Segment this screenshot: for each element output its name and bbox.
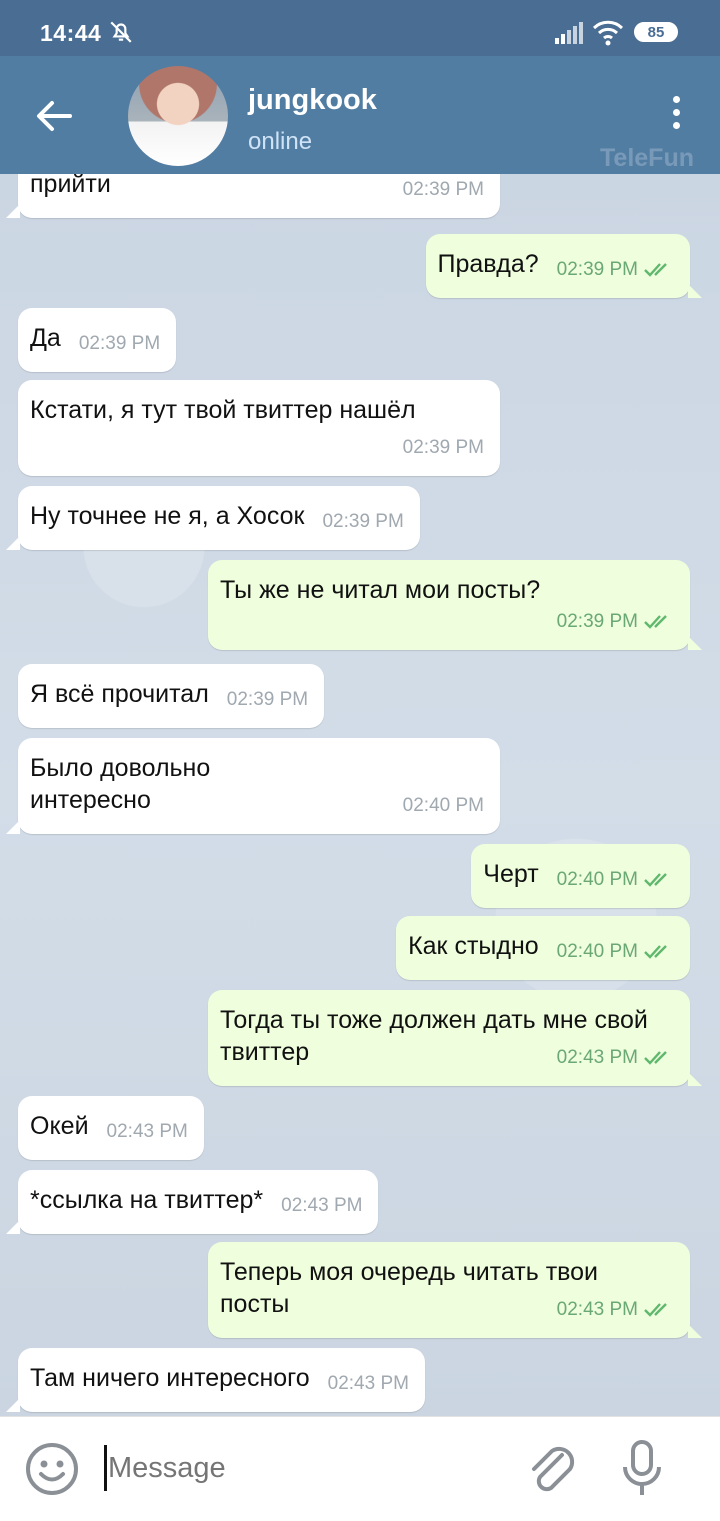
message-incoming[interactable]: *ссылка на твиттер* 02:43 PM <box>6 1170 379 1234</box>
message-text: Как стыдно <box>408 932 539 960</box>
message-composer <box>0 1416 720 1521</box>
message-time: 02:43 PM <box>281 1195 363 1216</box>
message-outgoing[interactable]: Черт 02:40 PM <box>471 844 690 908</box>
message-incoming[interactable]: Я всё прочитал 02:39 PM <box>18 664 325 728</box>
message-outgoing[interactable]: Как стыдно 02:40 PM <box>396 916 690 980</box>
read-check-icon <box>644 945 667 959</box>
message-incoming[interactable]: Окей 02:43 PM <box>18 1096 204 1160</box>
chat-header: jungkook online TeleFun <box>0 56 720 174</box>
message-time: 02:39 PM <box>226 689 309 710</box>
message-text: Черт <box>483 860 539 888</box>
bell-muted-icon <box>108 18 134 49</box>
message-time: 02:40 PM <box>402 795 484 816</box>
contact-status: online <box>248 128 313 155</box>
message-text: Теперь моя очередь читать твои посты <box>220 1258 599 1318</box>
paperclip-icon[interactable] <box>526 1441 578 1502</box>
message-text: Ну точнее не я, а Хосок <box>30 502 305 530</box>
message-time: 02:43 PM <box>106 1121 188 1142</box>
watermark: TeleFun <box>600 144 694 172</box>
message-time: 02:39 PM <box>402 179 484 200</box>
message-time: 02:40 PM <box>557 864 674 896</box>
message-time: 02:43 PM <box>557 1294 674 1326</box>
message-outgoing[interactable]: Ты же не читал мои посты? 02:39 PM <box>208 560 702 650</box>
message-incoming[interactable]: прийти 02:39 PM <box>6 174 500 218</box>
emoji-icon[interactable] <box>24 1441 80 1502</box>
back-arrow-icon[interactable] <box>36 100 72 137</box>
wifi-icon <box>592 20 624 51</box>
read-check-icon <box>644 615 667 629</box>
message-text: Да <box>30 324 61 352</box>
message-time: 02:39 PM <box>78 333 161 354</box>
message-time: 02:39 PM <box>557 254 674 286</box>
battery-indicator: 85 <box>634 22 678 42</box>
read-check-icon <box>644 1051 667 1065</box>
text-cursor <box>104 1445 107 1491</box>
read-check-icon <box>644 1303 667 1317</box>
chat-area[interactable]: прийти 02:39 PM Правда? 02:39 PM Да 02:3… <box>0 174 720 1416</box>
message-outgoing[interactable]: Тогда ты тоже должен дать мне свой твитт… <box>208 990 702 1086</box>
message-outgoing[interactable]: Правда? 02:39 PM <box>425 234 702 298</box>
message-text: Правда? <box>437 250 539 278</box>
message-time: 02:40 PM <box>557 936 674 968</box>
microphone-icon[interactable] <box>620 1439 664 1504</box>
read-check-icon <box>644 873 667 887</box>
message-incoming[interactable]: Ну точнее не я, а Хосок 02:39 PM <box>6 486 420 550</box>
message-text: Я всё прочитал <box>30 680 209 708</box>
message-time: 02:39 PM <box>402 437 484 458</box>
message-text: Окей <box>30 1112 89 1140</box>
message-incoming[interactable]: Кстати, я тут твой твиттер нашёл 02:39 P… <box>18 380 500 476</box>
message-text: Там ничего интересного <box>30 1364 310 1392</box>
message-time: 02:43 PM <box>557 1042 674 1074</box>
message-time: 02:39 PM <box>322 511 404 532</box>
more-menu-icon[interactable] <box>664 96 688 136</box>
message-text: *ссылка на твиттер* <box>30 1186 264 1214</box>
status-time: 14:44 <box>40 20 102 46</box>
message-incoming[interactable]: Там ничего интересного 02:43 PM <box>6 1348 425 1412</box>
avatar[interactable] <box>128 66 228 166</box>
contact-name[interactable]: jungkook <box>248 84 377 117</box>
message-input[interactable] <box>108 1445 508 1491</box>
message-text: Ты же не читал мои посты? <box>220 576 541 604</box>
message-time: 02:43 PM <box>327 1373 409 1394</box>
signal-icon <box>555 22 585 49</box>
message-time: 02:39 PM <box>238 606 674 638</box>
read-check-icon <box>644 263 667 277</box>
message-text: Кстати, я тут твой твиттер нашёл <box>30 396 416 424</box>
message-text: Было довольно интересно <box>30 754 211 814</box>
message-incoming[interactable]: Было довольно интересно 02:40 PM <box>6 738 500 834</box>
message-text: прийти <box>30 174 111 198</box>
status-bar: 14:44 85 <box>0 0 720 56</box>
message-outgoing[interactable]: Теперь моя очередь читать твои посты 02:… <box>208 1242 702 1338</box>
message-incoming[interactable]: Да 02:39 PM <box>18 308 177 372</box>
